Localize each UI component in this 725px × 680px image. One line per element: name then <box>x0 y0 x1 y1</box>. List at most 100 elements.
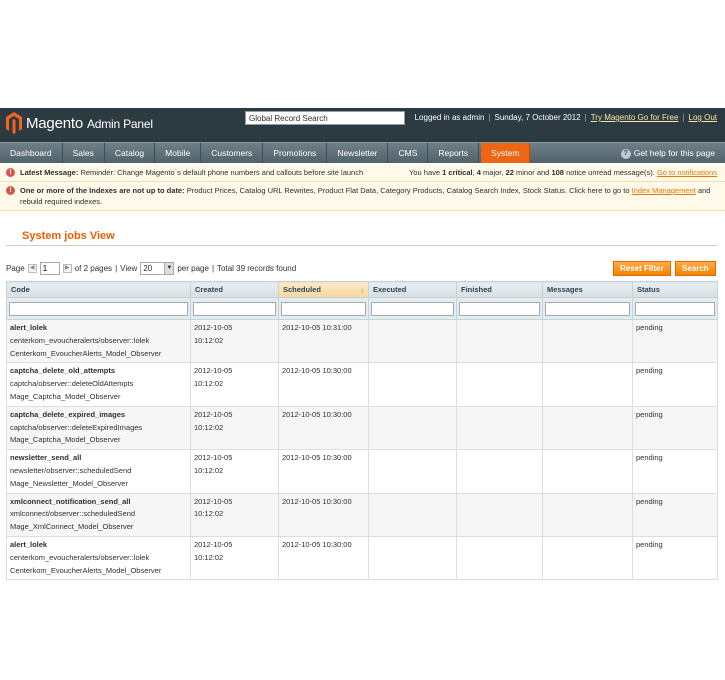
filter-row <box>6 297 718 320</box>
filter-executed-input[interactable] <box>371 301 454 316</box>
created-time: 10:12:02 <box>194 335 224 345</box>
go-to-notifications-link[interactable]: Go to notifications <box>657 168 717 177</box>
created-time: 10:12:02 <box>194 509 224 519</box>
col-header-finished[interactable]: Finished <box>456 281 543 298</box>
finished-cell <box>456 492 543 537</box>
logout-link[interactable]: Log Out <box>689 113 717 122</box>
index-management-link[interactable]: Index Management <box>632 186 696 195</box>
filter-finished-input[interactable] <box>459 301 540 316</box>
status-cell: pending <box>632 318 718 364</box>
notice-count: 108 <box>551 168 564 177</box>
alert-icon: ! <box>6 186 15 195</box>
created-time: 10:12:02 <box>194 422 224 432</box>
table-row[interactable]: newsletter_send_allnewsletter/observer::… <box>6 449 718 494</box>
help-label: Get help for this page <box>633 148 715 158</box>
nav-dashboard[interactable]: Dashboard <box>0 143 63 163</box>
logged-in-text: Logged in as admin <box>414 113 485 122</box>
index-warning-label: One or more of the Indexes are not up to… <box>20 186 185 195</box>
created-date: 2012-10-05 <box>194 409 233 419</box>
created-date: 2012-10-05 <box>194 323 233 332</box>
col-header-messages[interactable]: Messages <box>542 281 633 298</box>
table-row[interactable]: captcha_delete_old_attempts captcha/obser… <box>6 362 718 407</box>
created-date: 2012-10-05 <box>194 453 233 463</box>
executed-cell <box>368 318 457 364</box>
scheduled-cell: 2012-10-05 10:30:00 <box>278 492 369 537</box>
created-time: 10:12:02 <box>194 552 224 562</box>
scheduled-cell: 2012-10-05 10:30:00 <box>278 449 369 494</box>
col-header-code[interactable]: Code <box>6 281 191 298</box>
filter-status-input[interactable] <box>635 301 715 316</box>
status-cell: pending <box>632 449 718 494</box>
table-row[interactable]: xmlconnect_notification_send_all xmlconne… <box>6 492 718 537</box>
messages-cell <box>542 405 633 451</box>
job-code: xmlconnect_notification_send_all <box>10 496 131 506</box>
col-header-created[interactable]: Created <box>190 281 279 298</box>
job-path: newsletter/observer::scheduledSend <box>10 465 132 475</box>
col-header-executed[interactable]: Executed <box>368 281 457 298</box>
minor-count: 22 <box>505 168 514 177</box>
job-model: Mage_XmlConnect_Model_Observer <box>10 522 134 532</box>
prev-page-icon[interactable]: ◀ <box>27 264 37 273</box>
job-code: newsletter_send_all <box>10 453 82 463</box>
status-cell: pending <box>632 535 718 581</box>
page-label: Page <box>6 264 25 273</box>
nav-mobile[interactable]: Mobile <box>155 143 202 163</box>
nav-sales[interactable]: Sales <box>63 143 105 163</box>
messages-cell <box>542 492 633 537</box>
latest-message-text: Reminder: Change Magento`s default phone… <box>80 168 364 177</box>
nav-newsletter[interactable]: Newsletter <box>327 143 389 163</box>
latest-message-label: Latest Message: <box>20 168 79 177</box>
executed-cell <box>368 492 457 537</box>
magento-logo[interactable]: Magento Admin Panel <box>6 112 153 134</box>
col-header-status[interactable]: Status <box>632 281 718 298</box>
created-time: 10:12:02 <box>194 379 224 389</box>
global-search-input[interactable] <box>245 111 405 125</box>
finished-cell <box>456 535 543 581</box>
job-code: captcha_delete_old_attempts <box>10 366 116 376</box>
alert-icon: ! <box>6 168 15 177</box>
sort-desc-icon: ↓ <box>360 285 364 294</box>
total-records: Total 39 records found <box>217 264 297 273</box>
page-number-input[interactable] <box>39 262 60 275</box>
table-row[interactable]: alert_lolek centerkom_evoucheralerts/obse… <box>6 318 718 364</box>
help-link[interactable]: ? Get help for this page <box>620 143 715 164</box>
nav-cms[interactable]: CMS <box>388 143 429 163</box>
finished-cell <box>456 362 543 407</box>
chevron-down-icon: ▼ <box>164 263 174 274</box>
job-path: centerkom_evoucheralerts/observer::lolek <box>10 335 150 345</box>
nav-reports[interactable]: Reports <box>428 143 480 163</box>
reset-filter-button[interactable]: Reset Filter <box>613 261 671 276</box>
table-row[interactable]: captcha_delete_expired_images captcha/obs… <box>6 405 718 451</box>
filter-messages-input[interactable] <box>545 301 630 316</box>
messages-cell <box>542 318 633 364</box>
col-header-scheduled[interactable]: Scheduled ↓ <box>278 281 369 298</box>
scheduled-cell: 2012-10-05 10:30:00 <box>278 405 369 451</box>
next-page-icon[interactable]: ▶ <box>62 264 72 273</box>
status-cell: pending <box>632 405 718 451</box>
nav-customers[interactable]: Customers <box>201 143 264 163</box>
job-model: Centerkom_EvoucherAlerts_Model_Observer <box>10 348 162 358</box>
table-row[interactable]: alert_lolek centerkom_evoucheralerts/obse… <box>6 535 718 581</box>
job-model: Centerkom_EvoucherAlerts_Model_Observer <box>10 565 162 575</box>
nav-system[interactable]: System <box>481 143 531 163</box>
executed-cell <box>368 362 457 407</box>
finished-cell <box>456 405 543 451</box>
job-model: Mage_Captcha_Model_Observer <box>10 391 121 401</box>
scheduled-cell: 2012-10-05 10:31:00 <box>278 318 369 364</box>
nav-promotions[interactable]: Promotions <box>263 143 328 163</box>
jobs-grid: Code Created Scheduled ↓ Executed Finishe… <box>6 281 718 581</box>
executed-cell <box>368 405 457 451</box>
filter-code-input[interactable] <box>9 301 188 316</box>
executed-cell <box>368 449 457 494</box>
filter-created-input[interactable] <box>193 301 276 316</box>
filter-scheduled-input[interactable] <box>281 301 366 316</box>
pager: Page ◀ ▶ of 2 pages | View 20 ▼ per page… <box>6 262 296 275</box>
job-path: captcha/observer::deleteOldAttempts <box>10 379 134 389</box>
nav-catalog[interactable]: Catalog <box>105 143 156 163</box>
search-button[interactable]: Search <box>675 261 716 276</box>
magento-logo-icon <box>6 112 22 134</box>
try-magento-go-link[interactable]: Try Magento Go for Free <box>591 113 679 122</box>
created-date: 2012-10-05 <box>194 539 233 549</box>
latest-message-bar: ! Latest Message: Reminder: Change Magen… <box>0 164 725 182</box>
per-page-select[interactable]: 20 ▼ <box>140 262 175 275</box>
